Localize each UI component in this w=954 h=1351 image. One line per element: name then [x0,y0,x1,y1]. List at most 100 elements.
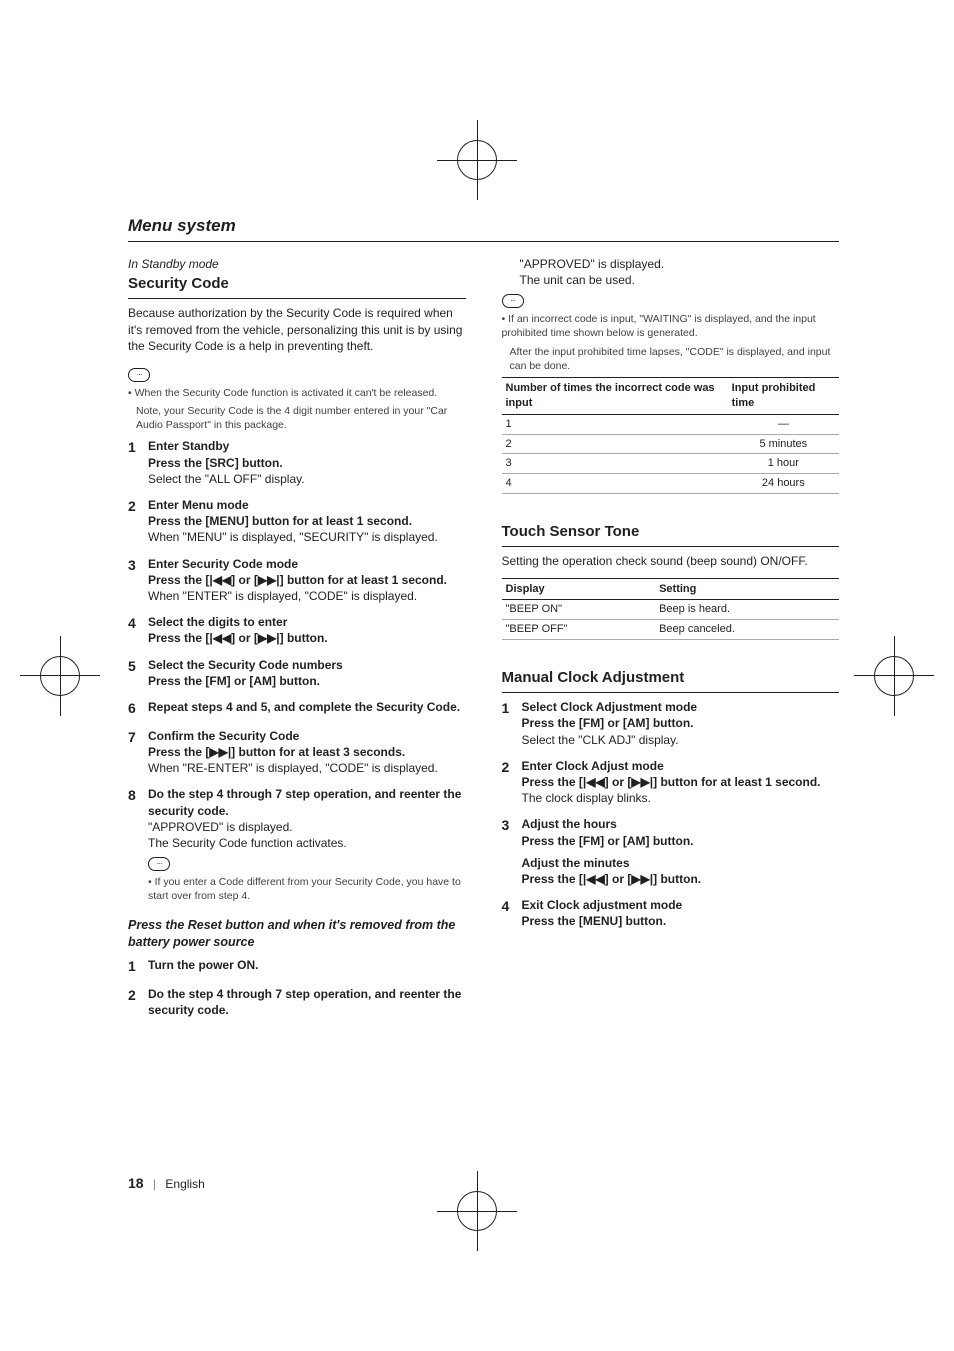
cropmark-bottom [457,1191,497,1231]
step-instruction: Press the [FM] or [AM] button. [522,833,702,849]
waiting-note-2: After the input prohibited time lapses, … [502,345,840,373]
divider [502,692,840,693]
approved-line-2: The unit can be used. [520,272,840,288]
step-instruction: Press the [▶▶|] button for at least 3 se… [148,744,438,760]
step-number: 4 [502,897,516,929]
step-number: 6 [128,699,142,718]
table-row: 1— [502,414,840,434]
step-instruction: Press the [|◀◀] or [▶▶|] button for at l… [522,774,821,790]
step-instruction: Press the [|◀◀] or [▶▶|] button. [148,630,328,646]
step-3: 3 Enter Security Code mode Press the [|◀… [128,556,466,605]
step-instruction: Press the [SRC] button. [148,455,305,471]
waiting-note-1-text: If an incorrect code is input, "WAITING"… [502,313,816,339]
step-title: Enter Menu mode [148,497,438,513]
reset-steps: 1 Turn the power ON. 2 Do the step 4 thr… [128,957,466,1018]
feature-title-security-code: Security Code [128,274,466,294]
table-row: 25 minutes [502,434,840,454]
step-4: 4 Select the digits to enter Press the [… [128,614,466,646]
clock-step-4: 4 Exit Clock adjustment mode Press the [… [502,897,840,929]
step-detail: When "ENTER" is displayed, "CODE" is dis… [148,588,447,604]
note-icon: ··· [128,368,150,382]
divider [128,298,466,299]
step-title: Turn the power ON. [148,957,258,973]
clock-steps: 1 Select Clock Adjustment mode Press the… [502,699,840,929]
step-number: 3 [502,816,516,887]
security-note-1: • When the Security Code function is act… [128,386,466,400]
table-row: "BEEP OFF"Beep canceled. [502,620,840,640]
step-title: Adjust the hours [522,816,702,832]
step-detail: When "MENU" is displayed, "SECURITY" is … [148,529,438,545]
table-row: "BEEP ON"Beep is heard. [502,600,840,620]
step-number: 1 [502,699,516,748]
security-note-1-text: When the Security Code function is activ… [135,387,438,399]
table-header-attempts: Number of times the incorrect code was i… [502,378,728,415]
note-icon: ··· [148,857,170,871]
left-column: In Standby mode Security Code Because au… [128,256,466,1029]
cell: 24 hours [728,474,839,494]
footer-separator: | [153,1177,156,1191]
right-column: "APPROVED" is displayed. The unit can be… [502,256,840,1029]
cell: 1 hour [728,454,839,474]
beep-table: Display Setting "BEEP ON"Beep is heard. … [502,578,840,641]
step-detail: The clock display blinks. [522,790,821,806]
security-note-2: Note, your Security Code is the 4 digit … [128,404,466,432]
cell: 1 [502,414,728,434]
step-instruction: Press the [MENU] button for at least 1 s… [148,513,438,529]
page-footer: 18 | English [128,1174,205,1193]
step-instruction-2: Press the [|◀◀] or [▶▶|] button. [522,871,702,887]
step-title: Select the Security Code numbers [148,657,343,673]
step-title-2: Adjust the minutes [522,855,702,871]
table-header-display: Display [502,578,656,600]
page-content: Menu system In Standby mode Security Cod… [128,215,839,1191]
step-number: 3 [128,556,142,605]
cell: 3 [502,454,728,474]
touch-tone-intro: Setting the operation check sound (beep … [502,553,840,569]
cell: 5 minutes [728,434,839,454]
step-number: 5 [128,657,142,689]
step-number: 1 [128,438,142,487]
reset-heading: Press the Reset button and when it's rem… [128,917,466,951]
footer-language: English [165,1177,204,1191]
cropmark-right [874,656,914,696]
table-header-setting: Setting [655,578,839,600]
approved-line-1: "APPROVED" is displayed. [520,256,840,272]
step-5: 5 Select the Security Code numbers Press… [128,657,466,689]
step-title: Repeat steps 4 and 5, and complete the S… [148,699,460,715]
step-number: 2 [128,497,142,546]
step-number: 4 [128,614,142,646]
step-8: 8 Do the step 4 through 7 step operation… [128,786,466,907]
clock-step-1: 1 Select Clock Adjustment mode Press the… [502,699,840,748]
cell: Beep is heard. [655,600,839,620]
feature-title-clock: Manual Clock Adjustment [502,668,840,688]
step-title: Enter Clock Adjust mode [522,758,821,774]
step-number: 8 [128,786,142,907]
divider [502,546,840,547]
step-title: Do the step 4 through 7 step operation, … [148,986,466,1018]
cell: Beep canceled. [655,620,839,640]
cell: "BEEP OFF" [502,620,656,640]
step-8-subnote-text: If you enter a Code different from your … [148,876,461,902]
cell: "BEEP ON" [502,600,656,620]
step-title: Enter Standby [148,438,305,454]
step-number: 2 [502,758,516,807]
step-title: Enter Security Code mode [148,556,447,572]
reset-step-1: 1 Turn the power ON. [128,957,466,976]
step-detail: "APPROVED" is displayed. The Security Co… [148,819,466,851]
step-number: 7 [128,728,142,777]
step-detail: Select the "CLK ADJ" display. [522,732,698,748]
step-number: 1 [128,957,142,976]
security-steps: 1 Enter Standby Press the [SRC] button. … [128,438,466,907]
section-title: Menu system [128,215,839,242]
step-instruction: Press the [FM] or [AM] button. [522,715,698,731]
step-title: Select Clock Adjustment mode [522,699,698,715]
step-title: Exit Clock adjustment mode [522,897,683,913]
step-instruction: Press the [FM] or [AM] button. [148,673,343,689]
cropmark-top [457,140,497,180]
step-8-subnote: • If you enter a Code different from you… [148,875,466,903]
table-row: 424 hours [502,474,840,494]
cell: — [728,414,839,434]
step-instruction: Press the [|◀◀] or [▶▶|] button for at l… [148,572,447,588]
step-title: Confirm the Security Code [148,728,438,744]
cell: 4 [502,474,728,494]
step-title: Select the digits to enter [148,614,328,630]
